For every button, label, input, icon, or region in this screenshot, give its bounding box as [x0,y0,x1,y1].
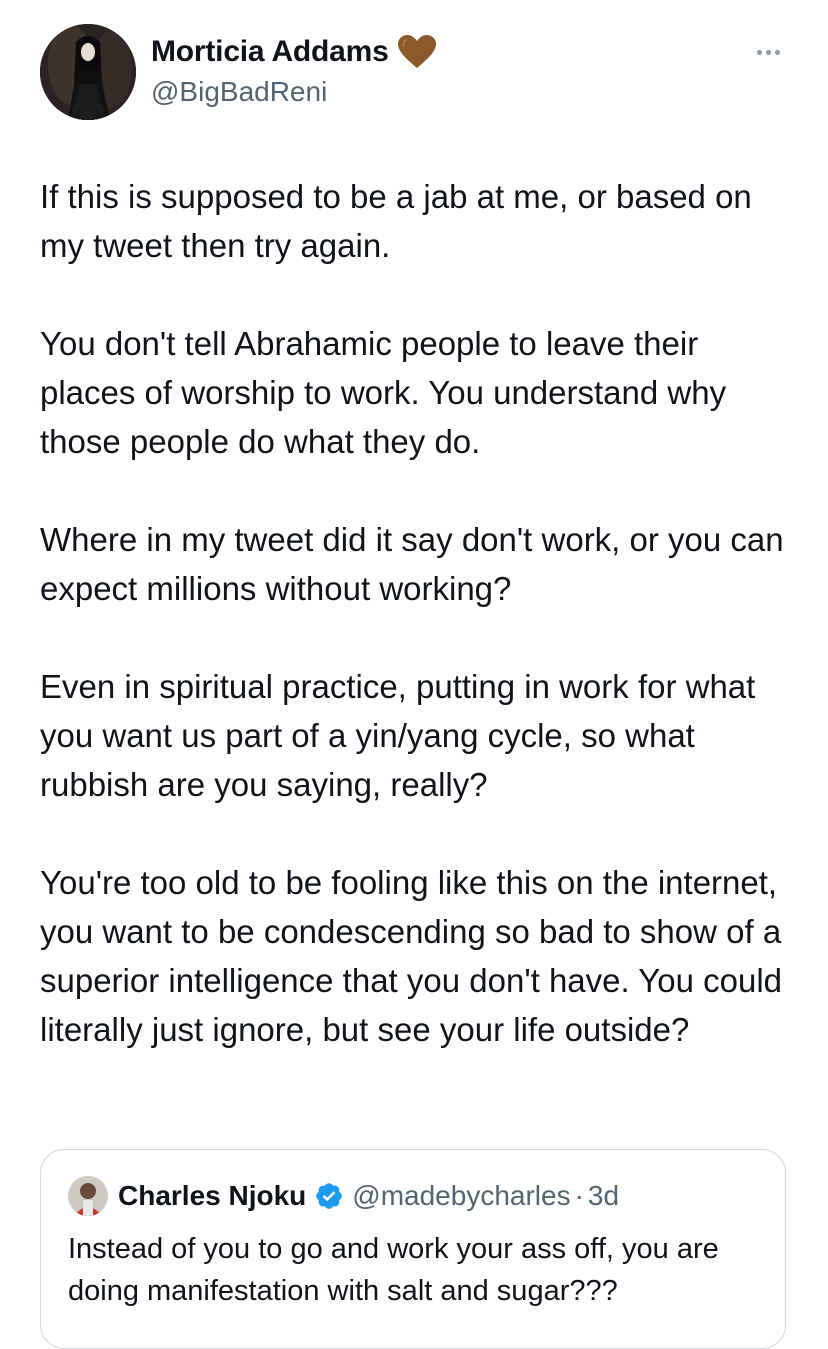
quoted-author-avatar[interactable] [68,1176,108,1216]
more-options-icon [756,49,762,55]
quoted-tweet-header: Charles Njoku @madebycharles · 3d [68,1176,619,1216]
more-options-button[interactable] [748,40,788,64]
more-options-icon-dot [774,49,780,55]
tweet-paragraph: Where in my tweet did it say don't work,… [40,521,784,607]
quoted-tweet-time[interactable]: 3d [588,1180,619,1212]
more-options-icon-dot [765,49,771,55]
tweet-paragraph: If this is supposed to be a jab at me, o… [40,178,752,264]
tweet: Morticia Addams @BigBadReni If this is s… [0,0,828,1349]
quoted-author-handle[interactable]: @madebycharles [352,1180,570,1212]
verified-badge-icon [314,1181,344,1211]
author-avatar-image [40,24,136,120]
quoted-tweet-card[interactable]: Charles Njoku @madebycharles · 3d Instea… [40,1149,786,1349]
tweet-paragraph: Even in spiritual practice, putting in w… [40,668,756,803]
author-avatar[interactable] [40,24,136,120]
quoted-author-display-name[interactable]: Charles Njoku [118,1180,306,1212]
author-display-name[interactable]: Morticia Addams [151,35,389,69]
tweet-paragraph: You don't tell Abrahamic people to leave… [40,325,727,460]
tweet-text: If this is supposed to be a jab at me, o… [40,172,800,1054]
author-name-row: Morticia Addams [151,34,437,70]
tweet-paragraph: You're too old to be fooling like this o… [40,864,783,1048]
author-handle[interactable]: @BigBadReni [151,76,327,108]
brown-heart-icon [397,34,437,70]
quoted-tweet-text: Instead of you to go and work your ass o… [68,1233,719,1307]
separator-dot: · [574,1180,584,1211]
